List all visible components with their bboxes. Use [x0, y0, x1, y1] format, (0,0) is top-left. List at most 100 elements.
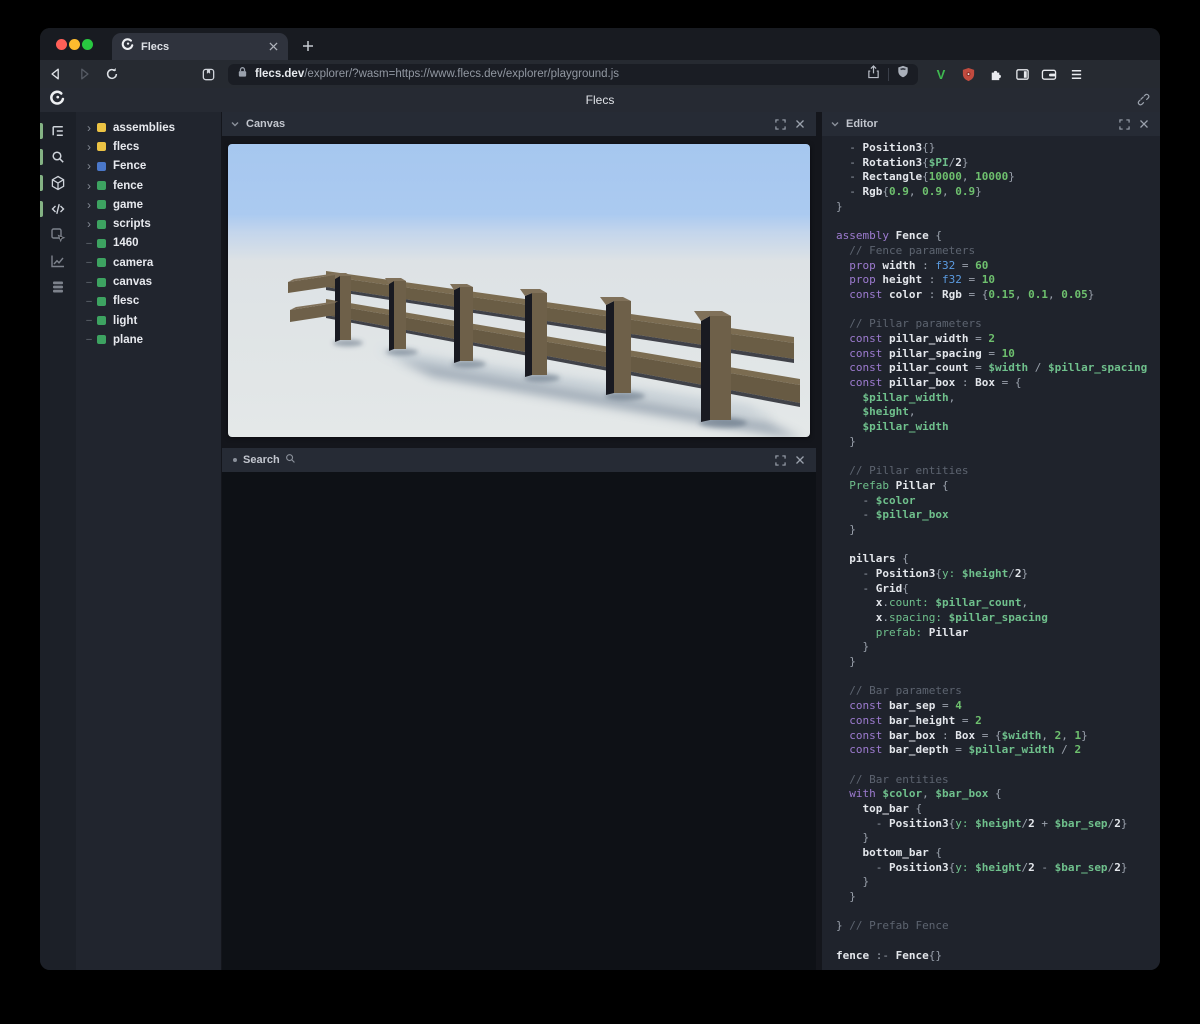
tree-item-light[interactable]: –light	[76, 311, 221, 330]
tree-item-1460[interactable]: –1460	[76, 234, 221, 253]
flecs-favicon	[120, 37, 134, 56]
tree-item-label: flecs	[113, 141, 139, 153]
code-line: // Pillar entities	[836, 464, 1160, 479]
entity-color-square	[97, 200, 106, 209]
tree-item-camera[interactable]: –camera	[76, 253, 221, 272]
close-panel-icon[interactable]	[792, 116, 808, 132]
close-panel-icon[interactable]	[792, 452, 808, 468]
sidebar-tree-icon[interactable]	[40, 118, 76, 144]
tab-title: Flecs	[141, 41, 266, 53]
fullscreen-icon[interactable]	[772, 452, 788, 468]
editor-panel-title: Editor	[846, 118, 1112, 130]
code-line: - Rectangle{10000, 10000}	[836, 170, 1160, 185]
app-header: Flecs	[40, 88, 1160, 112]
active-indicator	[40, 201, 43, 217]
icon-sidebar	[40, 112, 76, 970]
close-panel-icon[interactable]	[1136, 116, 1152, 132]
entity-color-square	[97, 278, 106, 287]
leaf-dash-icon: –	[83, 334, 95, 345]
code-line: }	[836, 435, 1160, 450]
3d-viewport[interactable]	[228, 144, 810, 437]
tree-item-Fence[interactable]: ›Fence	[76, 157, 221, 176]
code-line: - Position3{y: $height/2 - $bar_sep/2}	[836, 861, 1160, 876]
tree-item-label: canvas	[113, 276, 152, 288]
tree-item-plane[interactable]: –plane	[76, 330, 221, 349]
browser-tab[interactable]: Flecs	[112, 33, 288, 60]
share-icon[interactable]	[867, 65, 880, 84]
chevron-down-icon[interactable]	[830, 119, 840, 129]
code-line: const bar_height = 2	[836, 714, 1160, 729]
extensions-puzzle-icon[interactable]	[986, 65, 1004, 83]
sidebar-chart-icon[interactable]	[40, 248, 76, 274]
back-button[interactable]	[44, 63, 68, 85]
code-line: const bar_sep = 4	[836, 699, 1160, 714]
code-line: prefab: Pillar	[836, 626, 1160, 641]
fullscreen-icon[interactable]	[1116, 116, 1132, 132]
url-bar[interactable]: flecs.dev/explorer/?wasm=https://www.fle…	[228, 64, 918, 85]
chevron-down-icon[interactable]	[230, 119, 240, 129]
share-link-icon[interactable]	[1137, 93, 1150, 111]
leaf-dash-icon: –	[83, 277, 95, 288]
reload-button[interactable]	[100, 63, 124, 85]
expand-chevron-icon[interactable]: ›	[83, 219, 95, 229]
expand-chevron-icon[interactable]: ›	[83, 181, 95, 191]
forward-button[interactable]	[72, 63, 96, 85]
code-line: $pillar_width	[836, 420, 1160, 435]
code-line: Prefab Pillar {	[836, 479, 1160, 494]
tree-item-game[interactable]: ›game	[76, 195, 221, 214]
code-line: const bar_depth = $pillar_width / 2	[836, 743, 1160, 758]
code-line	[836, 449, 1160, 464]
code-editor[interactable]: - Position3{} - Rotation3{$PI/2} - Recta…	[822, 136, 1160, 970]
sidebar-search-icon[interactable]	[40, 144, 76, 170]
tree-item-scripts[interactable]: ›scripts	[76, 214, 221, 233]
tree-item-label: flesc	[113, 295, 139, 307]
code-line: prop width : f32 = 60	[836, 259, 1160, 274]
wallet-icon[interactable]	[1040, 65, 1058, 83]
url-domain: flecs.dev	[255, 68, 304, 80]
code-line: $height,	[836, 405, 1160, 420]
tree-item-label: light	[113, 315, 137, 327]
code-line: const pillar_width = 2	[836, 332, 1160, 347]
expand-chevron-icon[interactable]: ›	[83, 123, 95, 133]
tree-item-assemblies[interactable]: ›assemblies	[76, 118, 221, 137]
sidebar-inspect-icon[interactable]	[40, 222, 76, 248]
entity-color-square	[97, 239, 106, 248]
close-window-button[interactable]	[56, 39, 67, 50]
v-extension-icon[interactable]: V	[932, 65, 950, 83]
fence-render	[228, 144, 810, 437]
leaf-dash-icon: –	[83, 296, 95, 307]
search-panel-header: Search	[222, 448, 816, 472]
tab-bar: Flecs	[40, 28, 1160, 60]
sidebar-storage-icon[interactable]	[40, 274, 76, 300]
sidebar-cube-icon[interactable]	[40, 170, 76, 196]
fullscreen-icon[interactable]	[772, 116, 788, 132]
tree-item-canvas[interactable]: – canvas	[76, 272, 221, 291]
menu-icon[interactable]	[1067, 65, 1085, 83]
tab-close-icon[interactable]	[266, 40, 280, 54]
code-line: prop height : f32 = 10	[836, 273, 1160, 288]
code-line: - Position3{}	[836, 141, 1160, 156]
adguard-extension-icon[interactable]	[959, 65, 977, 83]
code-line: with $color, $bar_box {	[836, 787, 1160, 802]
sidebar-toggle-icon[interactable]	[1013, 65, 1031, 83]
sidebar-code-icon[interactable]	[40, 196, 76, 222]
collapsed-bullet-icon[interactable]	[233, 458, 237, 462]
tree-item-fence[interactable]: ›fence	[76, 176, 221, 195]
search-panel-body[interactable]	[222, 472, 816, 970]
tree-item-flesc[interactable]: – flesc	[76, 292, 221, 311]
code-line: }	[836, 200, 1160, 215]
entity-color-square	[97, 162, 106, 171]
tree-item-flecs[interactable]: › flecs	[76, 137, 221, 156]
code-line: const color : Rgb = {0.15, 0.1, 0.05}	[836, 288, 1160, 303]
expand-chevron-icon[interactable]: ›	[83, 142, 95, 152]
code-line: x.count: $pillar_count,	[836, 596, 1160, 611]
bookmarks-icon[interactable]	[196, 63, 220, 85]
new-tab-button[interactable]	[298, 36, 318, 56]
minimize-window-button[interactable]	[69, 39, 80, 50]
expand-chevron-icon[interactable]: ›	[83, 161, 95, 171]
expand-chevron-icon[interactable]: ›	[83, 200, 95, 210]
brave-shield-icon[interactable]	[897, 65, 909, 83]
tree-item-label: camera	[113, 257, 153, 269]
code-line: }	[836, 890, 1160, 905]
zoom-window-button[interactable]	[82, 39, 93, 50]
